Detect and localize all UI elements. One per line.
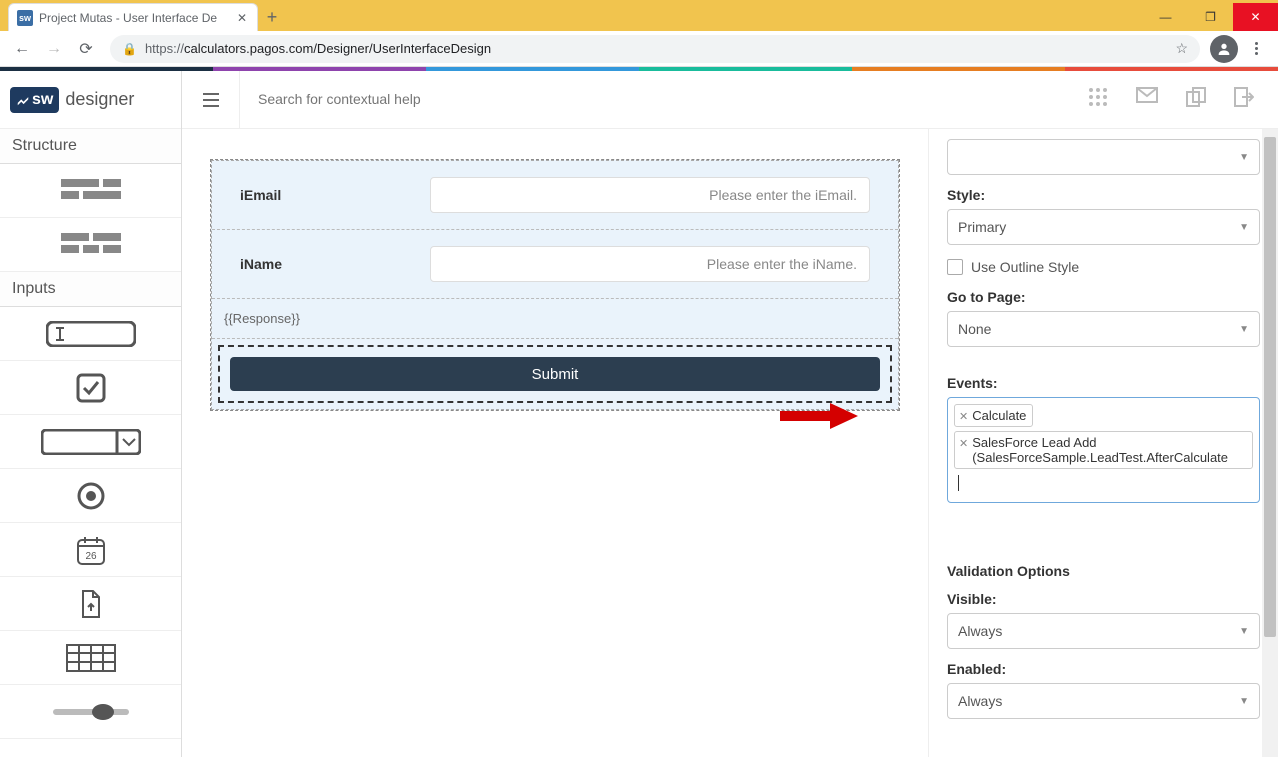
palette-datepicker[interactable]: 26 — [0, 523, 181, 577]
back-button[interactable]: ← — [8, 35, 36, 63]
forward-button: → — [40, 35, 68, 63]
menu-toggle-button[interactable] — [182, 71, 240, 129]
chevron-down-icon: ▼ — [1239, 152, 1249, 163]
style-label: Style: — [947, 187, 1260, 203]
tab-title: Project Mutas - User Interface De — [39, 11, 235, 25]
visible-select[interactable]: Always ▼ — [947, 613, 1260, 649]
event-tag-calculate[interactable]: ✕ Calculate — [954, 404, 1033, 427]
window-controls: — ❐ ✕ — [1143, 3, 1278, 31]
events-label: Events: — [947, 375, 1260, 391]
palette-rows-1[interactable] — [0, 164, 181, 218]
app-logo: sw designer — [0, 71, 181, 129]
properties-panel: ▼ Style: Primary ▼ Use Outline Style Go … — [928, 129, 1278, 757]
iemail-input[interactable]: Please enter the iEmail. — [430, 177, 870, 213]
maximize-button[interactable]: ❐ — [1188, 3, 1233, 31]
events-input[interactable]: ✕ Calculate ✕ SalesForce Lead Add(SalesF… — [947, 397, 1260, 503]
enabled-select[interactable]: Always ▼ — [947, 683, 1260, 719]
form-container[interactable]: iEmail Please enter the iEmail. iName Pl… — [210, 159, 900, 411]
iname-label: iName — [240, 256, 410, 272]
remove-event-icon[interactable]: ✕ — [959, 435, 968, 450]
form-row-iemail[interactable]: iEmail Please enter the iEmail. — [212, 161, 898, 230]
inputs-header: Inputs — [0, 272, 181, 307]
browser-tab[interactable]: sw Project Mutas - User Interface De ✕ — [8, 3, 258, 31]
palette-table[interactable] — [0, 631, 181, 685]
chevron-down-icon: ▼ — [1239, 696, 1249, 707]
outline-style-checkbox-row[interactable]: Use Outline Style — [947, 259, 1260, 275]
apps-grid-icon[interactable] — [1088, 87, 1108, 112]
structure-header: Structure — [0, 129, 181, 164]
minimize-button[interactable]: — — [1143, 3, 1188, 31]
panel-scrollbar-track[interactable] — [1262, 129, 1278, 757]
logout-icon[interactable] — [1234, 87, 1254, 112]
left-sidebar: sw designer Structure Inputs 26 — [0, 71, 182, 757]
iname-input[interactable]: Please enter the iName. — [430, 246, 870, 282]
visible-label: Visible: — [947, 591, 1260, 607]
outline-checkbox[interactable] — [947, 259, 963, 275]
annotation-arrow-icon — [780, 401, 860, 429]
enabled-label: Enabled: — [947, 661, 1260, 677]
app-topbar — [182, 71, 1278, 129]
event-tag-salesforce[interactable]: ✕ SalesForce Lead Add(SalesForceSample.L… — [954, 431, 1253, 469]
chevron-down-icon: ▼ — [1239, 324, 1249, 335]
palette-slider[interactable] — [0, 685, 181, 739]
submit-row[interactable]: Submit — [212, 339, 898, 409]
logo-text: designer — [65, 89, 134, 110]
palette-dropdown[interactable] — [0, 415, 181, 469]
help-search-input[interactable] — [258, 91, 1070, 107]
url-protocol: https:// — [145, 41, 184, 56]
iemail-label: iEmail — [240, 187, 410, 203]
help-search[interactable] — [240, 91, 1088, 109]
palette-radio[interactable] — [0, 469, 181, 523]
mail-icon[interactable] — [1136, 87, 1158, 112]
profile-avatar-button[interactable] — [1210, 35, 1238, 63]
remove-event-icon[interactable]: ✕ — [959, 408, 968, 423]
design-canvas[interactable]: iEmail Please enter the iEmail. iName Pl… — [182, 129, 928, 757]
events-text-cursor[interactable] — [952, 471, 1255, 498]
palette-rows-2[interactable] — [0, 218, 181, 272]
style-select[interactable]: Primary ▼ — [947, 209, 1260, 245]
outline-label: Use Outline Style — [971, 259, 1079, 275]
top-empty-select[interactable]: ▼ — [947, 139, 1260, 175]
logo-badge: sw — [10, 87, 59, 113]
lock-icon: 🔒 — [122, 42, 137, 56]
validation-header: Validation Options — [947, 563, 1260, 579]
close-window-button[interactable]: ✕ — [1233, 3, 1278, 31]
reload-button[interactable]: ⟳ — [72, 35, 100, 63]
address-bar: ← → ⟳ 🔒 https://calculators.pagos.com/De… — [0, 31, 1278, 67]
bookmark-star-icon[interactable]: ☆ — [1175, 40, 1188, 57]
palette-textinput[interactable] — [0, 307, 181, 361]
submit-button[interactable]: Submit — [230, 357, 880, 391]
svg-text:26: 26 — [85, 551, 97, 562]
new-tab-button[interactable]: + — [258, 3, 286, 31]
tab-close-icon[interactable]: ✕ — [235, 11, 249, 25]
gotopage-label: Go to Page: — [947, 289, 1260, 305]
tab-favicon: sw — [17, 10, 33, 26]
window-titlebar: sw Project Mutas - User Interface De ✕ +… — [0, 0, 1278, 31]
gotopage-select[interactable]: None ▼ — [947, 311, 1260, 347]
panel-scrollbar-thumb[interactable] — [1264, 137, 1276, 637]
palette-checkbox[interactable] — [0, 361, 181, 415]
url-bar[interactable]: 🔒 https://calculators.pagos.com/Designer… — [110, 35, 1200, 63]
palette-fileupload[interactable] — [0, 577, 181, 631]
chevron-down-icon: ▼ — [1239, 222, 1249, 233]
browser-menu-button[interactable] — [1242, 35, 1270, 63]
chevron-down-icon: ▼ — [1239, 626, 1249, 637]
response-row[interactable]: {{Response}} — [212, 299, 898, 339]
url-path: calculators.pagos.com/Designer/UserInter… — [184, 41, 491, 56]
copy-icon[interactable] — [1186, 87, 1206, 112]
form-row-iname[interactable]: iName Please enter the iName. — [212, 230, 898, 299]
